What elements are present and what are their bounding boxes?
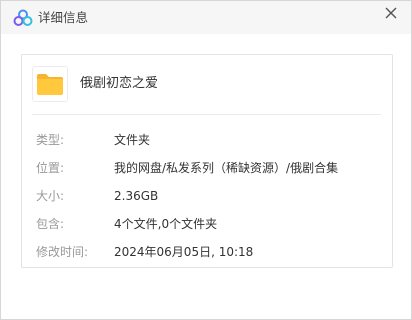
detail-value: 我的网盘/私发系列（稀缺资源）/俄剧合集 bbox=[114, 161, 339, 175]
detail-row-contents: 包含: 4个文件,0个文件夹 bbox=[36, 216, 386, 232]
detail-value: 2.36GB bbox=[114, 189, 159, 203]
detail-label: 类型: bbox=[36, 133, 65, 147]
cloud-logo-icon bbox=[13, 9, 33, 26]
folder-thumbnail bbox=[32, 66, 68, 102]
title-bar: 详细信息 bbox=[1, 1, 411, 34]
details-dialog: 详细信息 俄剧初恋之爱 类型: 文件夹 位置: 我的网盘/私发系列（稀缺资源）/… bbox=[0, 0, 412, 320]
detail-label: 大小: bbox=[36, 189, 65, 203]
dialog-title: 详细信息 bbox=[38, 10, 89, 25]
file-name: 俄剧初恋之爱 bbox=[80, 76, 159, 91]
close-icon[interactable] bbox=[383, 5, 399, 21]
divider bbox=[32, 114, 381, 115]
detail-row-location: 位置: 我的网盘/私发系列（稀缺资源）/俄剧合集 bbox=[36, 160, 386, 176]
detail-label: 修改时间: bbox=[36, 245, 89, 259]
detail-value: 文件夹 bbox=[114, 133, 151, 147]
detail-value: 4个文件,0个文件夹 bbox=[114, 217, 218, 231]
detail-label: 位置: bbox=[36, 161, 65, 175]
detail-row-modified: 修改时间: 2024年06月05日, 10:18 bbox=[36, 244, 386, 260]
detail-row-size: 大小: 2.36GB bbox=[36, 188, 386, 204]
file-info-card: 俄剧初恋之爱 类型: 文件夹 位置: 我的网盘/私发系列（稀缺资源）/俄剧合集 … bbox=[21, 54, 393, 268]
folder-icon bbox=[37, 74, 63, 95]
detail-label: 包含: bbox=[36, 217, 65, 231]
file-header: 俄剧初恋之爱 bbox=[22, 55, 392, 112]
detail-value: 2024年06月05日, 10:18 bbox=[114, 245, 254, 259]
detail-row-type: 类型: 文件夹 bbox=[36, 132, 386, 148]
